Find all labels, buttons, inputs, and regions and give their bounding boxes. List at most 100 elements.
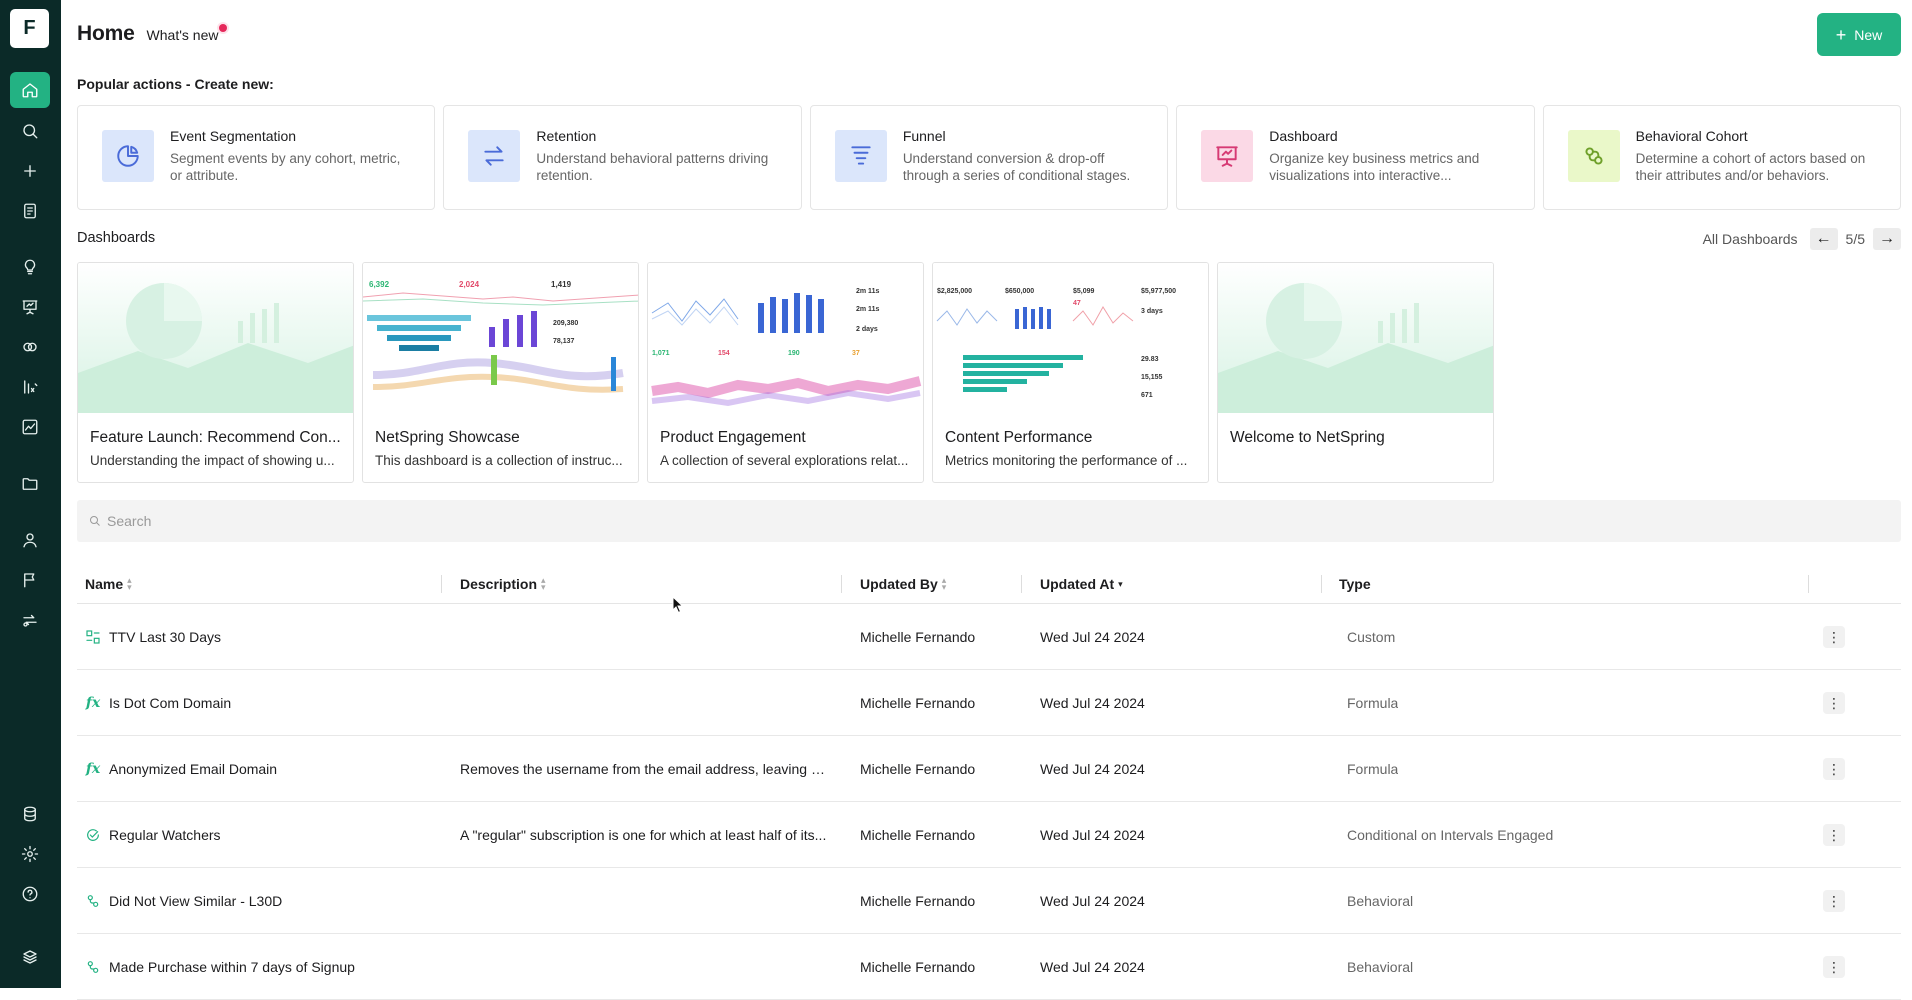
whats-new-link[interactable]: What's new: [147, 24, 228, 43]
updated-at-column-header[interactable]: Updated At ▾: [1040, 576, 1123, 592]
thumb-stat: 154: [718, 350, 730, 357]
next-page-button[interactable]: →: [1873, 228, 1901, 250]
metrics-icon: [24, 380, 38, 394]
table-row[interactable]: Did Not View Similar - L30D Michelle Fer…: [77, 868, 1901, 934]
create-event-segmentation-card[interactable]: Event Segmentation Segment events by any…: [77, 105, 436, 210]
table-row[interactable]: fx Is Dot Com Domain Michelle Fernando W…: [77, 670, 1901, 736]
name-cell: Made Purchase within 7 days of Signup: [85, 959, 355, 975]
header-label: Updated By: [860, 576, 938, 592]
create-retention-card[interactable]: Retention Understand behavioral patterns…: [443, 105, 802, 210]
dashboards-title: Dashboards: [77, 230, 156, 246]
data-nav[interactable]: [10, 796, 50, 832]
flags-nav[interactable]: [10, 562, 50, 598]
home-nav[interactable]: [10, 72, 50, 108]
formula-icon: fx: [85, 695, 101, 711]
dashboard-card[interactable]: 6,392 2,024 1,419 209,380 78,137 NetSpri…: [362, 262, 639, 483]
column-divider[interactable]: [441, 575, 442, 593]
thumb-stat: $5,977,500: [1141, 288, 1176, 295]
all-dashboards-link[interactable]: All Dashboards: [1703, 231, 1798, 247]
row-name[interactable]: Did Not View Similar - L30D: [109, 893, 282, 909]
insights-nav[interactable]: [10, 249, 50, 285]
row-menu-button[interactable]: ⋮: [1823, 692, 1845, 714]
type-column-header[interactable]: Type: [1339, 576, 1371, 592]
row-menu-button[interactable]: ⋮: [1823, 824, 1845, 846]
name-cell: TTV Last 30 Days: [85, 629, 221, 645]
create-nav[interactable]: [10, 153, 50, 189]
header-label: Type: [1339, 576, 1371, 592]
search-input[interactable]: [107, 513, 507, 529]
thumb-stat: 2 days: [856, 326, 878, 333]
action-description: Understand behavioral patterns driving r…: [536, 151, 769, 183]
name-cell: Did Not View Similar - L30D: [85, 893, 282, 909]
search-nav[interactable]: [10, 113, 50, 149]
table-row[interactable]: Made Purchase within 7 days of Signup Mi…: [77, 934, 1901, 1000]
row-name[interactable]: Made Purchase within 7 days of Signup: [109, 959, 355, 975]
new-button-label: New: [1854, 26, 1883, 43]
brand-nav[interactable]: [10, 939, 50, 975]
database-icon: [24, 806, 36, 822]
row-name[interactable]: Anonymized Email Domain: [109, 761, 277, 777]
row-menu-button[interactable]: ⋮: [1823, 758, 1845, 780]
dashboard-description: Understanding the impact of showing u...: [90, 453, 335, 468]
dashboard-description: A collection of several explorations rel…: [660, 453, 909, 468]
name-column-header[interactable]: Name ▴ ▾: [85, 575, 132, 593]
thumb-stat: 6,392: [369, 280, 390, 289]
row-menu-button[interactable]: ⋮: [1823, 626, 1845, 648]
thumb-stat: 15,155: [1141, 374, 1163, 381]
charts-nav[interactable]: [10, 409, 50, 445]
metrics-nav[interactable]: [10, 369, 50, 405]
column-divider[interactable]: [1321, 575, 1322, 593]
dashboard-card[interactable]: 2m 11s 2m 11s 2 days 1,071 154 190 37 Pr…: [647, 262, 924, 483]
dashboards-pager: All Dashboards ← 5/5 →: [1703, 228, 1901, 250]
table-row[interactable]: TTV Last 30 Days Michelle Fernando Wed J…: [77, 604, 1901, 670]
updated-at-cell: Wed Jul 24 2024: [1040, 827, 1145, 843]
dashboard-description: Metrics monitoring the performance of ..…: [945, 453, 1188, 468]
action-description: Determine a cohort of actors based on th…: [1635, 151, 1866, 183]
table-row[interactable]: fx Anonymized Email Domain Removes the u…: [77, 736, 1901, 802]
description-column-header[interactable]: Description ▴ ▾: [460, 576, 546, 593]
formula-icon: fx: [85, 761, 101, 777]
updated-by-column-header[interactable]: Updated By ▴ ▾: [860, 576, 946, 593]
search-bar: [77, 500, 1901, 542]
prev-page-button[interactable]: ←: [1809, 228, 1838, 250]
popular-actions: Event Segmentation Segment events by any…: [77, 105, 1902, 210]
column-divider[interactable]: [1808, 575, 1809, 593]
thumb-stat: 47: [1073, 300, 1081, 307]
dashboards-nav[interactable]: [10, 289, 50, 325]
row-name[interactable]: Is Dot Com Domain: [109, 695, 231, 711]
sort-icon: ▴ ▾: [127, 575, 132, 592]
sync-nav[interactable]: [10, 602, 50, 638]
action-description: Segment events by any cohort, metric, or…: [170, 151, 401, 183]
thumb-stat: 2,024: [459, 280, 480, 289]
app-logo[interactable]: F: [10, 9, 49, 48]
create-funnel-card[interactable]: Funnel Understand conversion & drop-off …: [809, 105, 1169, 210]
action-title: Dashboard: [1269, 128, 1338, 144]
name-cell: Regular Watchers: [85, 827, 221, 843]
dashboard-card[interactable]: Feature Launch: Recommend Con... Underst…: [77, 262, 354, 483]
thumb-stat: $2,825,000: [937, 288, 972, 295]
users-nav[interactable]: [10, 522, 50, 558]
help-nav[interactable]: [10, 876, 50, 912]
folders-nav[interactable]: [10, 466, 50, 502]
table-row[interactable]: Regular Watchers A "regular" subscriptio…: [77, 802, 1901, 868]
new-button[interactable]: + New: [1817, 13, 1901, 56]
row-menu-button[interactable]: ⋮: [1823, 890, 1845, 912]
updated-by-cell: Michelle Fernando: [860, 959, 976, 975]
action-title: Retention: [536, 128, 597, 144]
table-header: Name ▴ ▾ Description ▴ ▾ Updated By ▴ ▾ Update…: [77, 566, 1901, 604]
dashboard-card[interactable]: $2,825,000 $650,000 $5,099 $5,977,500 47…: [932, 262, 1209, 483]
column-divider[interactable]: [841, 575, 842, 593]
column-divider[interactable]: [1021, 575, 1022, 593]
notebooks-nav[interactable]: [10, 193, 50, 229]
create-behavioral-cohort-card[interactable]: Behavioral Cohort Determine a cohort of …: [1542, 105, 1902, 210]
row-menu-button[interactable]: ⋮: [1823, 956, 1845, 978]
row-name[interactable]: TTV Last 30 Days: [109, 629, 221, 645]
dashboard-title: Product Engagement: [660, 429, 806, 446]
settings-nav[interactable]: [10, 836, 50, 872]
dashboard-card[interactable]: Welcome to NetSpring: [1217, 262, 1494, 483]
row-name[interactable]: Regular Watchers: [109, 827, 221, 843]
popular-actions-title: Popular actions - Create new:: [77, 76, 274, 92]
create-dashboard-card[interactable]: Dashboard Organize key business metrics …: [1176, 105, 1535, 210]
cohorts-nav[interactable]: [10, 329, 50, 365]
more-vertical-icon: ⋮: [1827, 760, 1841, 777]
